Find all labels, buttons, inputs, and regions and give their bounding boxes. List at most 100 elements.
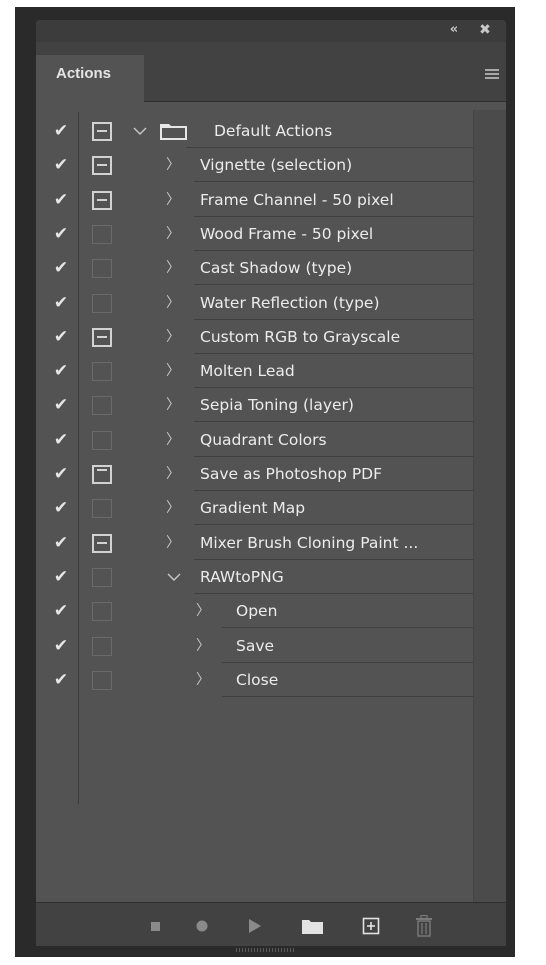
- dialog-toggle-empty[interactable]: [92, 636, 112, 656]
- action-row[interactable]: ✔ 〉 Sepia Toning (layer): [36, 388, 473, 423]
- dialog-toggle-icon[interactable]: [92, 190, 112, 210]
- action-label: Custom RGB to Grayscale: [200, 327, 401, 346]
- toggle-item-checkmark-icon[interactable]: ✔: [52, 361, 70, 381]
- dialog-toggle-empty[interactable]: [92, 499, 112, 519]
- chevron-right-icon[interactable]: 〉: [166, 190, 180, 210]
- panel-titlebar[interactable]: « ✖: [36, 20, 506, 42]
- chevron-right-icon[interactable]: 〉: [166, 224, 180, 244]
- close-panel-icon[interactable]: ✖: [476, 22, 494, 38]
- toggle-item-checkmark-icon[interactable]: ✔: [52, 464, 70, 484]
- action-row[interactable]: ✔ 〉 Quadrant Colors: [36, 423, 473, 457]
- dialog-toggle-empty[interactable]: [92, 670, 112, 690]
- action-step-row[interactable]: ✔ 〉 Save: [36, 629, 473, 663]
- record-icon[interactable]: [194, 917, 210, 935]
- chevron-right-icon[interactable]: 〉: [166, 498, 180, 518]
- chevron-right-icon[interactable]: 〉: [166, 533, 180, 553]
- action-row[interactable]: ✔ 〉 Cast Shadow (type): [36, 251, 473, 286]
- dialog-toggle-icon[interactable]: [92, 533, 112, 553]
- action-row[interactable]: ✔ 〉 Save as Photoshop PDF: [36, 457, 473, 491]
- toggle-item-checkmark-icon[interactable]: ✔: [52, 533, 70, 553]
- dialog-toggle-icon[interactable]: [92, 122, 112, 141]
- play-icon[interactable]: [247, 917, 263, 935]
- actions-list: ✔ Default Actions ✔ 〉 Vignette (selection) ✔ 〉…: [36, 102, 506, 902]
- action-label: Save: [236, 636, 275, 655]
- toggle-item-checkmark-icon[interactable]: ✔: [52, 395, 70, 415]
- chevron-right-icon[interactable]: 〉: [166, 327, 180, 347]
- chevron-right-icon[interactable]: 〉: [166, 258, 180, 278]
- dialog-toggle-empty[interactable]: [92, 224, 112, 244]
- action-row[interactable]: ✔ 〉 Vignette (selection): [36, 148, 473, 183]
- stop-icon[interactable]: [149, 917, 163, 935]
- chevron-right-icon[interactable]: 〉: [196, 601, 210, 621]
- action-row[interactable]: ✔ RAWtoPNG: [36, 560, 473, 594]
- folder-icon: [160, 124, 187, 140]
- dialog-toggle-icon[interactable]: [92, 465, 112, 484]
- chevron-down-icon[interactable]: [132, 122, 148, 140]
- toggle-item-checkmark-icon[interactable]: ✔: [52, 670, 70, 690]
- dialog-toggle-empty[interactable]: [92, 362, 112, 382]
- chevron-down-icon[interactable]: [166, 568, 182, 586]
- chevron-right-icon[interactable]: 〉: [166, 361, 180, 381]
- dialog-toggle-empty[interactable]: [92, 602, 112, 622]
- action-label: Mixer Brush Cloning Paint ...: [200, 533, 419, 552]
- chevron-right-icon[interactable]: 〉: [196, 636, 210, 656]
- action-label: Wood Frame - 50 pixel: [200, 224, 374, 243]
- action-set-row[interactable]: ✔ Default Actions: [36, 114, 473, 148]
- action-row[interactable]: ✔ 〉 Wood Frame - 50 pixel: [36, 217, 473, 251]
- chevron-right-icon[interactable]: 〉: [166, 464, 180, 484]
- tab-actions[interactable]: Actions: [36, 55, 144, 103]
- chevron-right-icon[interactable]: 〉: [166, 395, 180, 415]
- toggle-item-checkmark-icon[interactable]: ✔: [52, 190, 70, 210]
- action-label: Cast Shadow (type): [200, 259, 353, 278]
- toggle-item-checkmark-icon[interactable]: ✔: [52, 498, 70, 518]
- chevron-right-icon[interactable]: 〉: [166, 430, 180, 450]
- action-label: Water Reflection (type): [200, 293, 380, 312]
- dialog-toggle-empty[interactable]: [92, 567, 112, 587]
- toggle-item-checkmark-icon[interactable]: ✔: [52, 258, 70, 278]
- action-label: Sepia Toning (layer): [200, 396, 354, 415]
- action-step-row[interactable]: ✔ 〉 Open: [36, 594, 473, 629]
- scrollbar-track[interactable]: [473, 110, 506, 902]
- panel-menu-icon[interactable]: [485, 69, 499, 81]
- panel-footer: [36, 902, 506, 946]
- toggle-item-checkmark-icon[interactable]: ✔: [52, 155, 70, 175]
- action-row[interactable]: ✔ 〉 Water Reflection (type): [36, 286, 473, 320]
- dialog-toggle-empty[interactable]: [92, 293, 112, 313]
- action-label: Molten Lead: [200, 362, 295, 381]
- new-set-icon[interactable]: [301, 917, 325, 935]
- collapse-panel-icon[interactable]: «: [444, 22, 464, 38]
- action-label: Open: [236, 602, 278, 621]
- dialog-toggle-icon[interactable]: [92, 327, 112, 347]
- toggle-item-checkmark-icon[interactable]: ✔: [52, 224, 70, 244]
- action-row[interactable]: ✔ 〉 Molten Lead: [36, 354, 473, 389]
- toggle-item-checkmark-icon[interactable]: ✔: [52, 601, 70, 621]
- dialog-toggle-empty[interactable]: [92, 396, 112, 416]
- toggle-item-checkmark-icon[interactable]: ✔: [52, 567, 70, 587]
- action-label: Save as Photoshop PDF: [200, 465, 383, 483]
- action-row[interactable]: ✔ 〉 Gradient Map: [36, 491, 473, 526]
- dialog-toggle-empty[interactable]: [92, 430, 112, 450]
- chevron-right-icon[interactable]: 〉: [196, 670, 210, 690]
- toggle-item-checkmark-icon[interactable]: ✔: [52, 293, 70, 313]
- toggle-item-checkmark-icon[interactable]: ✔: [52, 636, 70, 656]
- action-label: Quadrant Colors: [200, 430, 327, 449]
- action-label: Frame Channel - 50 pixel: [200, 190, 394, 209]
- dialog-toggle-empty[interactable]: [92, 259, 112, 279]
- resize-grip[interactable]: [36, 946, 506, 954]
- new-action-icon[interactable]: [362, 917, 380, 935]
- action-label: Close: [236, 670, 279, 689]
- delete-icon[interactable]: [415, 915, 433, 937]
- action-row[interactable]: ✔ 〉 Custom RGB to Grayscale: [36, 320, 473, 354]
- action-row[interactable]: ✔ 〉 Frame Channel - 50 pixel: [36, 183, 473, 217]
- toggle-item-checkmark-icon[interactable]: ✔: [52, 430, 70, 450]
- dialog-toggle-icon[interactable]: [92, 156, 112, 176]
- chevron-right-icon[interactable]: 〉: [166, 293, 180, 313]
- panel-tab-bar: Actions: [36, 42, 506, 103]
- toggle-item-checkmark-icon[interactable]: ✔: [52, 327, 70, 347]
- chevron-right-icon[interactable]: 〉: [166, 155, 180, 175]
- action-label: RAWtoPNG: [200, 567, 284, 586]
- action-label: Gradient Map: [200, 499, 306, 518]
- action-row[interactable]: ✔ 〉 Mixer Brush Cloning Paint ...: [36, 526, 473, 560]
- toggle-item-checkmark-icon[interactable]: ✔: [52, 121, 70, 141]
- action-step-row[interactable]: ✔ 〉 Close: [36, 663, 473, 697]
